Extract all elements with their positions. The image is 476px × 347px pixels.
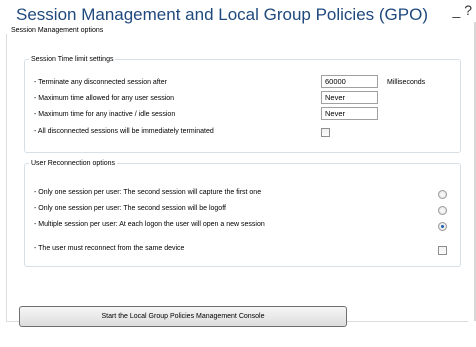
terminate-immediately-label: - All disconnected sessions will be imme…	[34, 128, 214, 135]
reconnect-option-logoff-label: - Only one session per user: The second …	[34, 205, 226, 212]
options-group-title: Session Management options	[11, 27, 104, 34]
max-session-time-label: - Maximum time allowed for any user sess…	[34, 95, 175, 102]
reconnect-option-logoff-radio[interactable]	[438, 206, 447, 215]
session-time-limit-legend: Session Time limit settings	[31, 56, 114, 63]
user-reconnection-legend: User Reconnection options	[31, 160, 116, 167]
same-device-label: - The user must reconnect from the same …	[34, 245, 185, 252]
panel-left-border	[6, 34, 7, 321]
terminate-disconnected-unit: Milliseconds	[387, 79, 426, 86]
session-time-limit-group: Session Time limit settings	[24, 56, 461, 153]
terminate-disconnected-label: - Terminate any disconnected session aft…	[34, 79, 167, 86]
max-idle-time-label: - Maximum time for any inactive / idle s…	[34, 111, 176, 118]
reconnect-option-multiple-label: - Multiple session per user: At each log…	[34, 221, 265, 228]
max-session-time-input[interactable]: Never	[321, 91, 378, 104]
max-idle-time-input[interactable]: Never	[321, 107, 378, 120]
window-controls[interactable]: _ ?	[453, 2, 472, 18]
reconnect-option-capture-label: - Only one session per user: The second …	[34, 189, 262, 196]
reconnect-option-capture-radio[interactable]	[438, 190, 447, 199]
reconnect-option-multiple-radio[interactable]	[438, 222, 447, 231]
start-gpo-console-button[interactable]: Start the Local Group Policies Managemen…	[19, 306, 347, 327]
terminate-immediately-checkbox[interactable]	[321, 128, 330, 137]
window-title: Session Management and Local Group Polic…	[16, 5, 428, 24]
same-device-checkbox[interactable]	[438, 246, 447, 255]
terminate-disconnected-input[interactable]: 60000	[321, 75, 378, 88]
